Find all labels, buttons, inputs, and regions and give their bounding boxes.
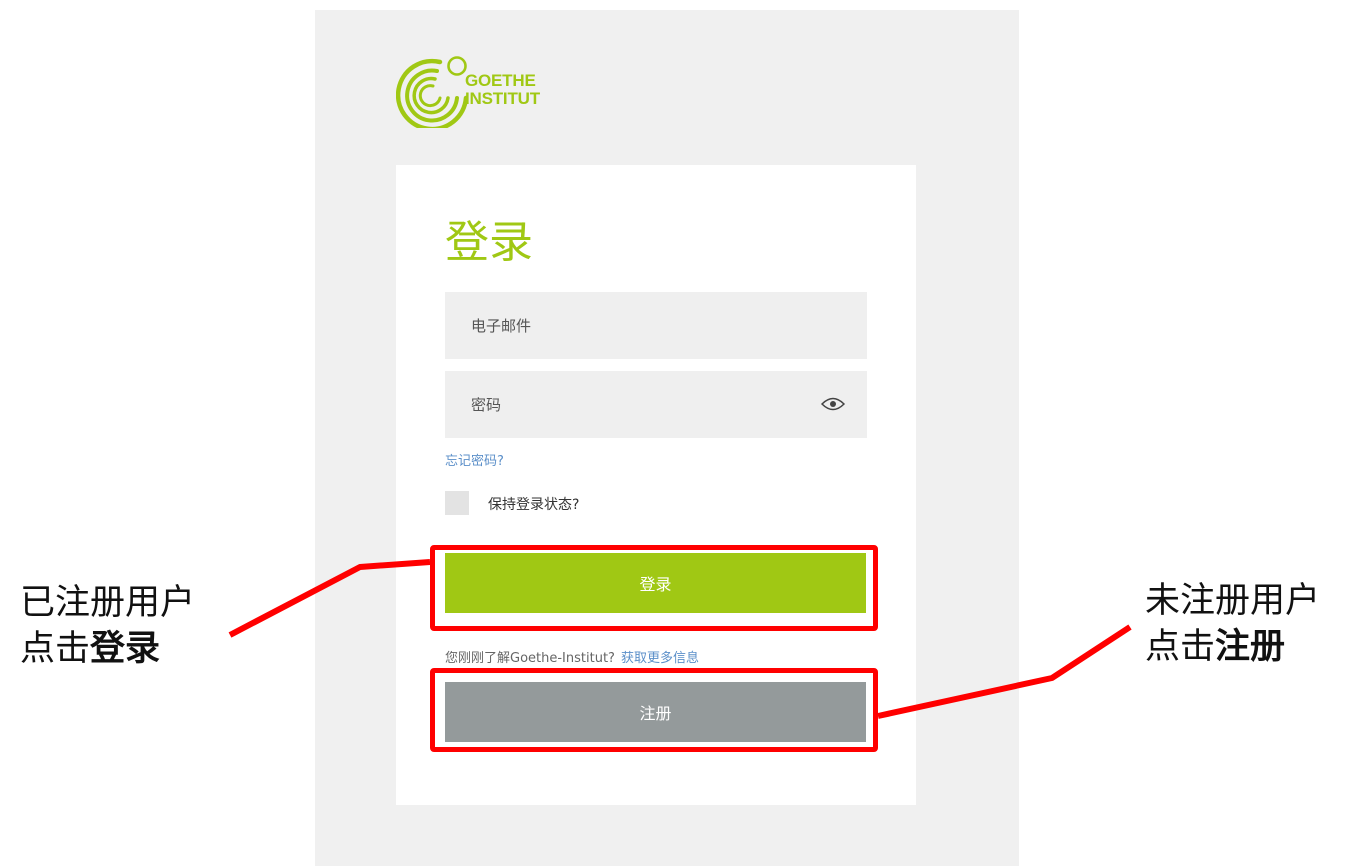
email-input[interactable] [445,292,867,359]
goethe-logo-mark-icon [396,56,469,128]
email-field[interactable] [445,292,867,359]
register-highlight-box [430,668,878,752]
login-highlight-box [430,545,878,631]
remember-me-checkbox[interactable] [445,491,469,515]
eye-icon[interactable] [821,396,845,412]
left-callout-line-1: 已注册用户 [20,583,196,623]
right-callout: 未注册用户 点击注册 [1145,578,1320,670]
logo-line-1: GOETHE [465,71,536,90]
left-callout: 已注册用户 点击登录 [20,580,195,672]
right-callout-line-2: 点击注册 [1145,626,1286,667]
page-title: 登录 [445,217,533,268]
remember-me-label: 保持登录状态? [488,497,580,513]
logo-line-2: INSTITUT [465,89,540,108]
info-line: 您刚刚了解Goethe-Institut? 获取更多信息 [445,647,699,666]
goethe-institut-logo: GOETHE INSTITUT [396,52,566,130]
logo-wordmark: GOETHE INSTITUT [465,72,540,108]
more-info-link[interactable]: 获取更多信息 [621,651,699,666]
screenshot-stage: GOETHE INSTITUT 登录 忘记密码? 保持登录状态? 登录 您刚刚了… [0,0,1359,866]
right-callout-line-1: 未注册用户 [1145,581,1321,621]
info-text: 您刚刚了解Goethe-Institut? [445,651,615,666]
password-input[interactable] [445,371,867,438]
password-field[interactable] [445,371,867,438]
left-callout-line-2: 点击登录 [20,628,161,669]
forgot-password-link[interactable]: 忘记密码? [445,450,504,469]
